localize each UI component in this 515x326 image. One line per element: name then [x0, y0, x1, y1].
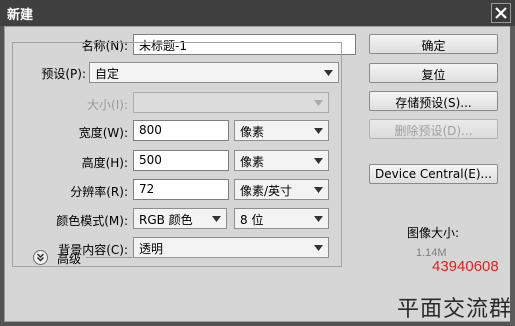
- color-mode-label: 颜色模式(M):: [56, 214, 128, 228]
- bit-depth-value: 8 位: [240, 213, 264, 227]
- background-select[interactable]: 透明: [133, 237, 329, 258]
- delete-preset-button: 删除预设(D)...: [369, 119, 498, 139]
- height-unit-select[interactable]: 像素: [234, 150, 329, 171]
- close-button[interactable]: [491, 3, 511, 23]
- resolution-label: 分辨率(R):: [70, 185, 128, 199]
- advanced-label: 高级: [57, 252, 82, 266]
- window-edge: [510, 26, 515, 326]
- background-label: 背景内容(C):: [58, 243, 128, 257]
- chevron-down-icon: [314, 128, 323, 134]
- device-central-button[interactable]: Device Central(E)...: [369, 164, 498, 184]
- size-select: [133, 92, 329, 113]
- preset-value: 自定: [95, 67, 120, 81]
- color-mode-value: RGB 颜色: [139, 213, 193, 227]
- width-unit-select[interactable]: 像素: [234, 120, 329, 141]
- height-unit-value: 像素: [240, 155, 265, 169]
- background-value: 透明: [139, 242, 164, 256]
- watermark-number: 43940608: [432, 258, 499, 275]
- resolution-unit-select[interactable]: 像素/英寸: [234, 179, 329, 200]
- width-unit-value: 像素: [240, 125, 265, 139]
- height-input[interactable]: 500: [133, 150, 229, 171]
- advanced-divider: [86, 257, 320, 258]
- chevron-down-icon: [324, 70, 333, 76]
- image-size-label: 图像大小:: [407, 226, 460, 240]
- height-label: 高度(H):: [81, 156, 128, 170]
- new-document-dialog: 新建 名称(N): 未标题-1 预设(P): 自定 大小(I): 宽度(W): …: [0, 0, 515, 326]
- bit-depth-select[interactable]: 8 位: [234, 208, 329, 229]
- ok-button[interactable]: 确定: [369, 34, 498, 54]
- advanced-toggle[interactable]: [33, 250, 48, 265]
- resolution-input[interactable]: 72: [133, 179, 229, 200]
- preset-label: 预设(P):: [22, 65, 86, 82]
- double-chevron-down-icon: [37, 253, 44, 262]
- title-bar[interactable]: 新建: [0, 0, 515, 26]
- size-label: 大小(I):: [87, 98, 128, 112]
- watermark-text: 平面交流群: [397, 297, 513, 322]
- chevron-down-icon: [314, 158, 323, 164]
- chevron-down-icon: [314, 100, 323, 106]
- close-icon: [495, 7, 507, 19]
- resolution-unit-value: 像素/英寸: [240, 184, 293, 198]
- preset-select[interactable]: 自定: [89, 62, 339, 83]
- chevron-down-icon: [212, 216, 221, 222]
- dialog-title: 新建: [7, 8, 34, 23]
- chevron-down-icon: [314, 245, 323, 251]
- chevron-down-icon: [314, 216, 323, 222]
- save-preset-button[interactable]: 存储预设(S)...: [369, 91, 498, 111]
- width-label: 宽度(W):: [78, 126, 128, 140]
- width-input[interactable]: 800: [133, 120, 229, 141]
- color-mode-select[interactable]: RGB 颜色: [133, 208, 227, 229]
- chevron-down-icon: [314, 187, 323, 193]
- reset-button[interactable]: 复位: [369, 63, 498, 83]
